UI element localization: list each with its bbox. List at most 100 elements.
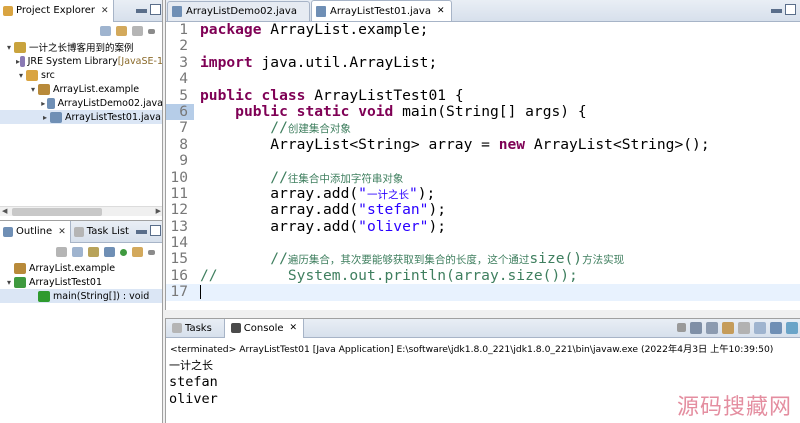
close-icon[interactable]: ✕	[101, 6, 109, 16]
code-line[interactable]: 12 array.add("stefan");	[166, 201, 800, 218]
tree-item[interactable]: ▸ ArrayListTest01.java	[0, 110, 162, 124]
code-text: array.add("stefan");	[194, 202, 446, 218]
maximize-icon[interactable]	[150, 4, 161, 15]
line-number: 1	[179, 21, 188, 38]
expander-icon[interactable]: ▸	[40, 113, 50, 122]
hide-local-types-icon[interactable]	[120, 248, 127, 256]
editor-tab[interactable]: ArrayListTest01.java ✕	[310, 0, 452, 21]
minimize-icon[interactable]	[136, 9, 147, 13]
tab-label: Outline	[16, 226, 53, 237]
source-folder-icon	[26, 69, 38, 81]
expander-icon[interactable]: ▾	[28, 85, 38, 94]
view-menu-icon[interactable]	[148, 249, 155, 255]
code-line[interactable]: 9	[166, 152, 800, 169]
code-line[interactable]: 8 ArrayList<String> array = new ArrayLis…	[166, 135, 800, 153]
hide-static-icon[interactable]	[88, 247, 99, 257]
hide-nonpublic-icon[interactable]	[104, 247, 115, 257]
view-menu-icon[interactable]	[148, 28, 155, 34]
line-number: 5	[179, 86, 188, 104]
expander-icon[interactable]: ▸	[40, 99, 47, 108]
tab-task-list[interactable]: Task List	[71, 221, 133, 243]
code-line[interactable]: 3 import java.util.ArrayList;	[166, 53, 800, 71]
code-text: array.add("oliver");	[194, 218, 446, 235]
minimize-icon[interactable]	[136, 230, 147, 234]
project-explorer-icon	[3, 5, 13, 16]
link-editor-icon[interactable]	[116, 26, 127, 36]
tree-item[interactable]: ▾ 一计之长博客用到的案例	[0, 40, 162, 54]
console-tab[interactable]: Tasks	[166, 319, 224, 338]
stop-icon[interactable]	[677, 323, 686, 332]
clear-console-icon[interactable]	[722, 322, 734, 334]
scroll-right-icon[interactable]: ▶	[156, 207, 161, 215]
tree-item-label: ArrayListDemo02.java	[57, 97, 163, 109]
java-file-icon	[46, 97, 55, 109]
close-icon[interactable]: ✕	[58, 227, 66, 237]
code-line[interactable]: 6 public static void main(String[] args)…	[166, 103, 800, 121]
code-area[interactable]: 1 package ArrayList.example; 2 3 import java…	[166, 21, 800, 310]
line-number: 3	[179, 53, 188, 71]
minimize-icon[interactable]	[771, 9, 782, 13]
console-tab[interactable]: Console ✕	[223, 318, 305, 338]
scroll-lock-icon[interactable]	[738, 322, 750, 334]
expander-icon[interactable]: ▾	[4, 278, 14, 287]
link-editor-icon[interactable]	[132, 247, 143, 257]
tab-project-explorer[interactable]: Project Explorer ✕	[0, 0, 114, 22]
tree-item[interactable]: ▾ ArrayList.example	[0, 82, 162, 96]
java-file-icon	[172, 6, 182, 17]
code-token: public	[200, 86, 253, 104]
maximize-icon[interactable]	[785, 4, 796, 15]
tree-item[interactable]: ArrayList.example	[0, 261, 162, 275]
tree-item[interactable]: ▾ ArrayListTest01	[0, 275, 162, 289]
code-line[interactable]: 16 // System.out.println(array.size());	[166, 267, 800, 284]
code-line[interactable]: 7 //创建集合对象	[166, 119, 800, 136]
code-line[interactable]: 11 array.add("一计之长");	[166, 184, 800, 202]
sort-icon[interactable]	[56, 247, 67, 257]
remove-all-icon[interactable]	[706, 322, 718, 334]
scrollbar-thumb[interactable]	[12, 208, 102, 216]
scroll-left-icon[interactable]: ◀	[2, 207, 7, 215]
line-number: 14	[170, 234, 188, 252]
pin-console-icon[interactable]	[770, 322, 782, 334]
code-line[interactable]: 17	[166, 283, 800, 301]
close-icon[interactable]: ✕	[290, 323, 298, 333]
code-line[interactable]: 13 array.add("oliver");	[166, 218, 800, 235]
editor-controls	[771, 4, 796, 15]
code-line[interactable]: 10 //往集合中添加字符串对象	[166, 168, 800, 186]
code-token: //	[270, 168, 288, 186]
code-token: //	[270, 250, 288, 268]
tree-item[interactable]: ▸ JRE System Library [JavaSE-1	[0, 54, 162, 68]
code-line[interactable]: 15 //遍历集合，其次要能够获取到集合的长度，这个通过size()方法实现	[166, 250, 800, 268]
tree-item[interactable]: ▸ ArrayListDemo02.java	[0, 96, 163, 110]
display-console-icon[interactable]	[786, 322, 798, 334]
code-token: ArrayListTest01 {	[305, 86, 464, 104]
expander-icon[interactable]: ▾	[4, 43, 14, 52]
code-token: );	[417, 184, 436, 202]
close-icon[interactable]: ✕	[437, 6, 445, 16]
horizontal-scrollbar[interactable]: ◀ ▶	[0, 206, 162, 216]
code-line[interactable]: 2	[166, 37, 800, 54]
expander-icon[interactable]: ▾	[16, 71, 26, 80]
tab-label: Task List	[86, 226, 129, 237]
editor-tab[interactable]: ArrayListDemo02.java	[167, 1, 310, 21]
remove-launch-icon[interactable]	[690, 322, 702, 334]
code-token: 一计之长	[366, 188, 409, 201]
line-number: 11	[170, 184, 188, 202]
collapse-all-icon[interactable]	[100, 26, 111, 36]
console-tab-label: Console	[243, 322, 284, 334]
maximize-icon[interactable]	[150, 225, 161, 236]
code-line[interactable]: 14	[166, 234, 800, 252]
code-line[interactable]: 4	[166, 70, 800, 87]
code-line[interactable]: 1 package ArrayList.example;	[166, 21, 800, 38]
focus-icon[interactable]	[132, 26, 143, 36]
library-icon	[20, 55, 25, 67]
hide-fields-icon[interactable]	[72, 247, 83, 257]
tab-outline[interactable]: Outline ✕	[0, 220, 71, 243]
tree-item[interactable]: main(String[]) : void	[0, 289, 162, 303]
code-line[interactable]: 5 public class ArrayListTest01 {	[166, 86, 800, 104]
code-token: );	[428, 201, 447, 219]
console-panel: Tasks Console ✕ <terminated> ArrayListTest…	[165, 318, 800, 423]
code-token: ArrayList<String> array =	[200, 135, 499, 153]
tree-item[interactable]: ▾ src	[0, 68, 162, 82]
word-wrap-icon[interactable]	[754, 322, 766, 334]
package-icon	[14, 262, 26, 274]
